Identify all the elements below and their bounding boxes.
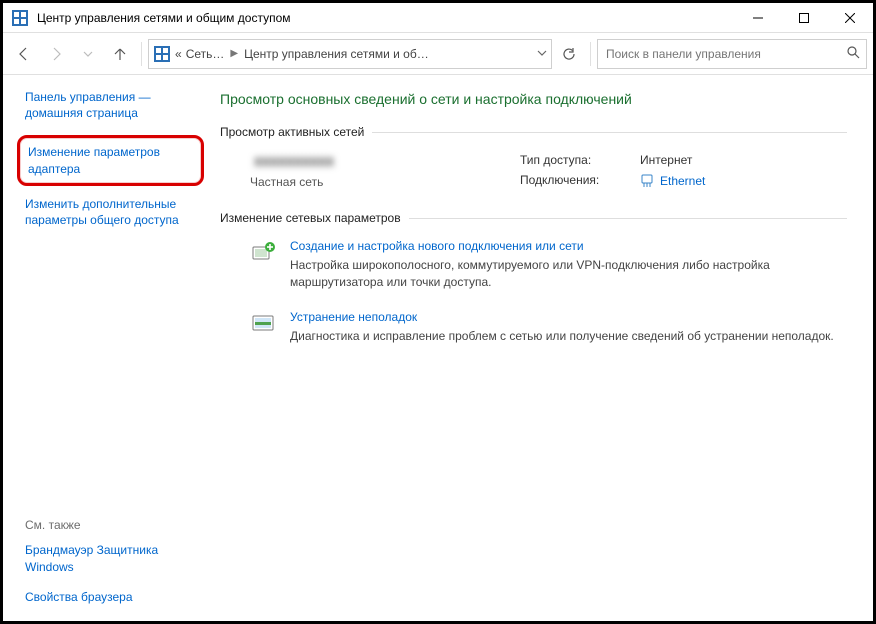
app-icon xyxy=(11,9,29,27)
search-box[interactable] xyxy=(597,39,867,69)
network-kind: Частная сеть xyxy=(250,175,520,189)
toolbar: « Сеть… ▶ Центр управления сетями и об… xyxy=(3,33,873,75)
up-button[interactable] xyxy=(105,39,135,69)
sidebar: Панель управления — домашняя страница Из… xyxy=(3,75,208,621)
crumb-root-glyph: « xyxy=(175,47,182,61)
new-connection-icon xyxy=(250,239,278,267)
body: Панель управления — домашняя страница Из… xyxy=(3,75,873,621)
titlebar: Центр управления сетями и общим доступом xyxy=(3,3,873,33)
sidebar-firewall[interactable]: Брандмауэр Защитника Windows xyxy=(25,542,204,574)
page-heading: Просмотр основных сведений о сети и наст… xyxy=(220,91,847,107)
sidebar-advanced-sharing[interactable]: Изменить дополнительные параметры общего… xyxy=(25,196,204,228)
crumb-network[interactable]: Сеть… xyxy=(186,47,225,61)
task-troubleshoot-desc: Диагностика и исправление проблем с сеть… xyxy=(290,328,834,345)
window-frame: Центр управления сетями и общим доступом xyxy=(0,0,876,624)
window-title: Центр управления сетями и общим доступом xyxy=(37,11,291,25)
task-troubleshoot: Устранение неполадок Диагностика и испра… xyxy=(220,310,847,345)
sidebar-see-also-heading: См. также xyxy=(25,518,204,532)
recent-locations-button[interactable] xyxy=(73,39,103,69)
minimize-button[interactable] xyxy=(735,3,781,33)
crumb-page[interactable]: Центр управления сетями и об… xyxy=(244,47,429,61)
address-dropdown-icon[interactable] xyxy=(537,47,547,61)
toolbar-separator xyxy=(590,42,591,66)
toolbar-separator xyxy=(141,42,142,66)
active-networks-group: Просмотр активных сетей XXXXXXXXXX Частн… xyxy=(220,125,847,189)
task-new-connection: Создание и настройка нового подключения … xyxy=(220,239,847,292)
task-troubleshoot-link[interactable]: Устранение неполадок xyxy=(290,310,834,324)
control-panel-icon xyxy=(153,45,171,63)
change-settings-heading: Изменение сетевых параметров xyxy=(220,211,847,225)
task-new-connection-desc: Настройка широкополосного, коммутируемог… xyxy=(290,257,847,292)
ethernet-icon xyxy=(640,174,654,188)
forward-button[interactable] xyxy=(41,39,71,69)
access-type-value: Интернет xyxy=(640,153,705,169)
sidebar-adapter-settings[interactable]: Изменение параметров адаптера xyxy=(17,135,204,185)
search-input[interactable] xyxy=(604,46,846,62)
change-settings-group: Изменение сетевых параметров Создание и … xyxy=(220,211,847,345)
connections-label: Подключения: xyxy=(520,173,630,189)
main-content: Просмотр основных сведений о сети и наст… xyxy=(208,75,873,621)
network-name[interactable]: XXXXXXXXXX xyxy=(250,153,338,171)
close-button[interactable] xyxy=(827,3,873,33)
access-type-label: Тип доступа: xyxy=(520,153,630,169)
active-network-row: XXXXXXXXXX Частная сеть Тип доступа: Инт… xyxy=(220,153,847,189)
troubleshoot-icon xyxy=(250,310,278,338)
chevron-right-icon[interactable]: ▶ xyxy=(228,48,240,59)
refresh-button[interactable] xyxy=(554,39,584,69)
search-icon[interactable] xyxy=(846,45,860,62)
maximize-button[interactable] xyxy=(781,3,827,33)
connection-name: Ethernet xyxy=(660,174,705,188)
address-bar[interactable]: « Сеть… ▶ Центр управления сетями и об… xyxy=(148,39,552,69)
back-button[interactable] xyxy=(9,39,39,69)
sidebar-control-panel-home[interactable]: Панель управления — домашняя страница xyxy=(25,89,204,121)
connection-link[interactable]: Ethernet xyxy=(640,173,705,189)
active-networks-heading: Просмотр активных сетей xyxy=(220,125,847,139)
task-new-connection-link[interactable]: Создание и настройка нового подключения … xyxy=(290,239,847,253)
sidebar-browser-properties[interactable]: Свойства браузера xyxy=(25,589,204,605)
